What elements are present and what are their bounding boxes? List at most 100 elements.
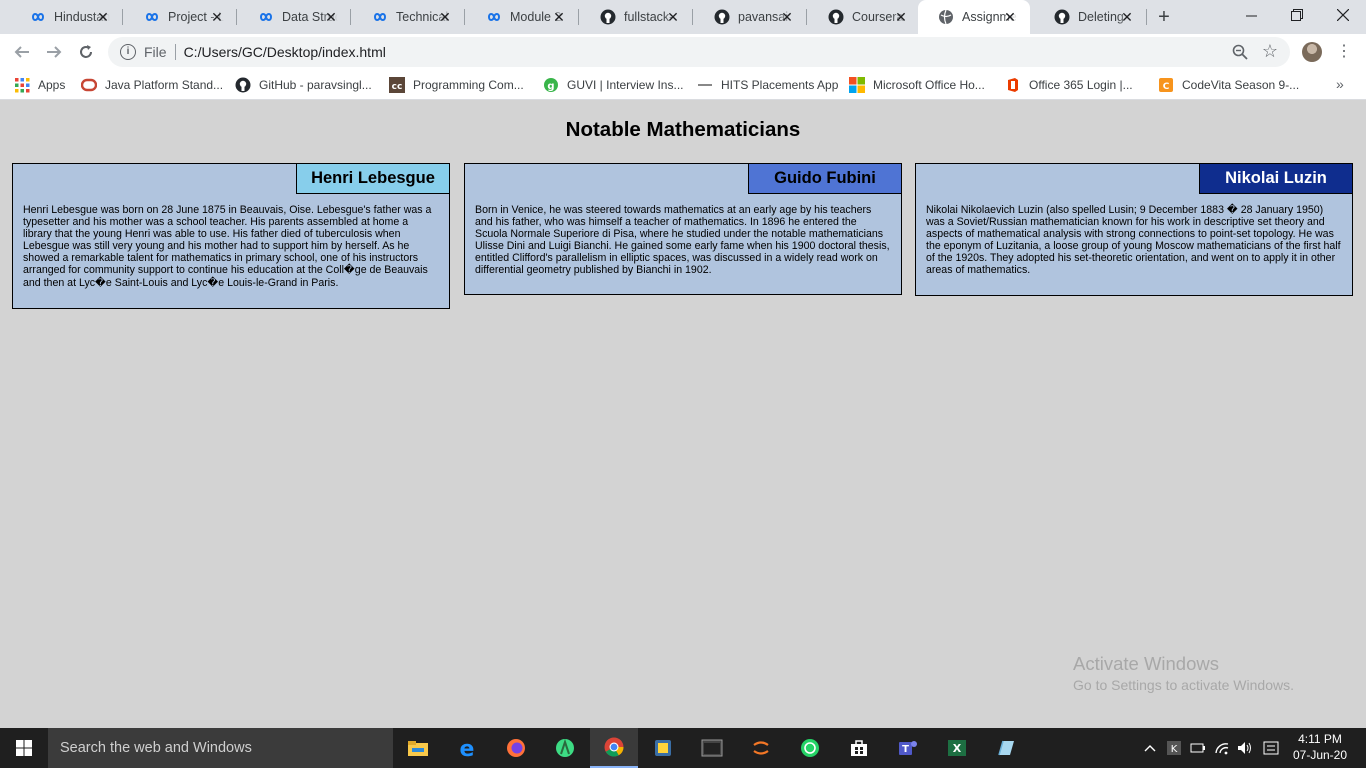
taskbar-app-android-studio[interactable]: [541, 728, 589, 768]
bookmark-item[interactable]: Apps: [14, 76, 65, 94]
page-title: Notable Mathematicians: [565, 118, 801, 141]
more-bookmarks-icon[interactable]: »: [1336, 76, 1344, 92]
bookmark-item[interactable]: C CodeVita Season 9-...: [1158, 76, 1299, 94]
taskbar-app-chrome[interactable]: [590, 728, 638, 768]
github-icon: [714, 9, 730, 25]
restore-button[interactable]: [1274, 0, 1320, 30]
jupyter-icon: [750, 737, 772, 759]
back-button[interactable]: [10, 40, 34, 64]
taskbar-app-jupyter[interactable]: [737, 728, 785, 768]
show-hidden-icons[interactable]: [1142, 728, 1158, 768]
tab-separator: [122, 9, 123, 25]
close-tab-icon[interactable]: ✕: [1119, 9, 1135, 25]
taskbar-app-python[interactable]: [639, 728, 687, 768]
guvi-icon: g: [543, 77, 559, 93]
close-tab-icon[interactable]: ✕: [209, 9, 225, 25]
wifi-icon[interactable]: [1214, 728, 1230, 768]
infinity-icon: [30, 9, 46, 25]
taskbar-app-whatsapp[interactable]: [786, 728, 834, 768]
bookmark-label: HITS Placements App: [721, 78, 839, 92]
taskbar-app-teams[interactable]: T: [884, 728, 932, 768]
infinity-icon: [486, 9, 502, 25]
taskbar-app-notes[interactable]: [982, 728, 1030, 768]
mathematician-card: Henri Lebesgue Henri Lebesgue was born o…: [12, 163, 450, 309]
close-tab-icon[interactable]: ✕: [437, 9, 453, 25]
minimize-button[interactable]: [1228, 0, 1274, 30]
browser-tab[interactable]: fullstack- ✕: [580, 0, 693, 34]
close-tab-icon[interactable]: ✕: [323, 9, 339, 25]
svg-text:e: e: [460, 737, 475, 759]
zoom-icon[interactable]: [1232, 44, 1248, 60]
python-icon: [652, 737, 674, 759]
browser-tab[interactable]: Hindustan ✕: [10, 0, 123, 34]
microsoft-icon: [849, 77, 865, 93]
bookmark-star-icon[interactable]: ☆: [1262, 41, 1278, 61]
new-tab-button[interactable]: +: [1152, 7, 1176, 27]
bookmark-item[interactable]: cc Programming Com...: [389, 76, 524, 94]
browser-tab[interactable]: Module 2 ✕: [466, 0, 579, 34]
antivirus-icon[interactable]: K: [1166, 728, 1182, 768]
mathematician-card: Nikolai Luzin Nikolai Nikolaevich Luzin …: [915, 163, 1353, 296]
tab-separator: [692, 9, 693, 25]
start-button[interactable]: [0, 728, 48, 768]
mathematician-name: Guido Fubini: [748, 163, 902, 194]
battery-icon[interactable]: [1190, 728, 1206, 768]
taskbar-app-file-explorer[interactable]: [394, 728, 442, 768]
taskbar-app-terminal[interactable]: [688, 728, 736, 768]
close-tab-icon[interactable]: ✕: [95, 9, 111, 25]
svg-text:g: g: [547, 81, 554, 92]
bookmark-item[interactable]: g GUVI | Interview Ins...: [543, 76, 683, 94]
close-tab-icon[interactable]: ✕: [551, 9, 567, 25]
office-icon: [1005, 77, 1021, 93]
browser-tab[interactable]: Data Structures✕: [238, 0, 351, 34]
browser-tab[interactable]: Project - L ✕: [124, 0, 237, 34]
codechef-icon: cc: [389, 77, 405, 93]
bookmark-label: Apps: [38, 78, 66, 92]
bookmark-label: GUVI | Interview Ins...: [567, 78, 684, 92]
close-tab-icon[interactable]: ✕: [665, 9, 681, 25]
bookmark-item[interactable]: HITS Placements App: [697, 76, 838, 94]
close-window-button[interactable]: [1320, 0, 1366, 30]
reload-button[interactable]: [74, 40, 98, 64]
github-icon: [1054, 9, 1070, 25]
bookmark-item[interactable]: Office 365 Login |...: [1005, 76, 1133, 94]
volume-icon[interactable]: [1236, 728, 1254, 768]
keyboard-layout-icon[interactable]: [1262, 728, 1280, 768]
infinity-icon: [144, 9, 160, 25]
file-explorer-icon: [407, 739, 429, 757]
watermark-title: Activate Windows: [1073, 653, 1219, 674]
address-bar[interactable]: i File C:/Users/GC/Desktop/index.html ☆: [108, 37, 1290, 67]
browser-tab[interactable]: Technical ✕: [352, 0, 465, 34]
taskbar-search-box[interactable]: Search the web and Windows: [48, 728, 393, 768]
browser-tab[interactable]: Assignment✕: [918, 0, 1030, 34]
taskbar-app-excel[interactable]: X: [933, 728, 981, 768]
taskbar-app-edge[interactable]: e: [443, 728, 491, 768]
browser-tab[interactable]: Deleting ✕: [1034, 0, 1147, 34]
system-clock[interactable]: 4:11 PM 07-Jun-20: [1290, 731, 1350, 763]
close-tab-icon[interactable]: ✕: [893, 9, 909, 25]
browser-tab[interactable]: Coursera ✕: [808, 0, 921, 34]
close-tab-icon[interactable]: ✕: [1002, 9, 1018, 25]
tab-separator: [350, 9, 351, 25]
bookmark-item[interactable]: GitHub - paravsingl...: [235, 76, 372, 94]
tab-strip: Hindustan✕Project - L✕Data Structures✕Te…: [0, 0, 1366, 34]
codevita-icon: C: [1158, 77, 1174, 93]
clock-time: 4:11 PM: [1298, 732, 1342, 746]
taskbar-app-firefox[interactable]: [492, 728, 540, 768]
close-tab-icon[interactable]: ✕: [779, 9, 795, 25]
forward-button[interactable]: [42, 40, 66, 64]
browser-menu-icon[interactable]: ⋮: [1336, 42, 1352, 62]
address-url[interactable]: C:/Users/GC/Desktop/index.html: [184, 44, 386, 60]
github-icon: [235, 77, 251, 93]
profile-avatar[interactable]: [1302, 42, 1322, 62]
browser-tab[interactable]: pavansai ✕: [694, 0, 807, 34]
site-scheme-label: File: [144, 44, 167, 60]
bookmark-item[interactable]: Java Platform Stand...: [80, 76, 223, 94]
taskbar-app-store[interactable]: [835, 728, 883, 768]
github-icon: [600, 9, 616, 25]
mathematician-bio: Born in Venice, he was steered towards m…: [475, 204, 890, 277]
bookmark-item[interactable]: Microsoft Office Ho...: [849, 76, 985, 94]
info-icon[interactable]: i: [120, 44, 136, 60]
mathematician-bio: Henri Lebesgue was born on 28 June 1875 …: [23, 204, 432, 289]
tab-separator: [464, 9, 465, 25]
